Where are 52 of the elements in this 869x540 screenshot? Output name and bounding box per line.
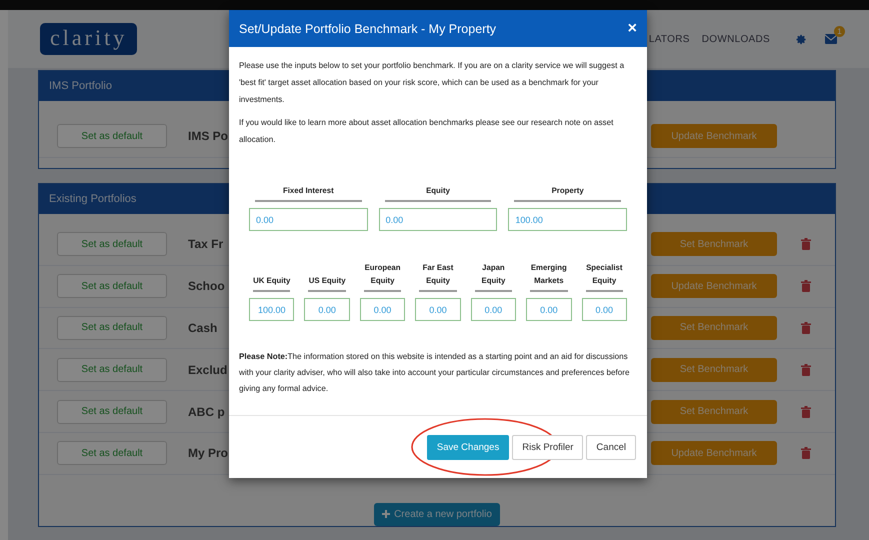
portfolio-name: IMS Po xyxy=(188,129,228,143)
portfolio-name: Exclud xyxy=(188,362,228,377)
allocation-input[interactable]: 0.00 xyxy=(249,208,368,231)
nav-link[interactable]: DOWNLOADS xyxy=(702,34,770,44)
set-default-button[interactable]: Set as default xyxy=(57,316,167,340)
portfolio-name: Cash xyxy=(188,320,218,335)
save-button[interactable]: Save Changes xyxy=(426,434,510,460)
notification-badge: 1 xyxy=(834,26,845,37)
allocation-input[interactable]: 0.00 xyxy=(360,298,406,321)
benchmark-button[interactable]: Set Benchmark xyxy=(651,358,777,382)
benchmark-button[interactable]: Set Benchmark xyxy=(651,232,777,256)
benchmark-button[interactable]: Update Benchmark xyxy=(651,124,777,148)
trash-icon[interactable] xyxy=(801,280,811,292)
portfolio-name: My Pro xyxy=(188,446,228,460)
dialog-title: Set/Update Portfolio Benchmark - My Property xyxy=(239,22,496,36)
settings-icon[interactable] xyxy=(796,34,807,44)
dialog-button[interactable]: Cancel xyxy=(586,434,636,460)
allocation-input[interactable]: 0.00 xyxy=(304,298,350,321)
allocation-input[interactable]: 100.00 xyxy=(508,208,627,231)
nav-link[interactable]: LATORS xyxy=(648,34,690,44)
set-default-button[interactable]: Set as default xyxy=(57,358,167,382)
allocation-input[interactable]: 0.00 xyxy=(415,298,461,321)
benchmark-button[interactable]: Update Benchmark xyxy=(651,441,777,466)
allocation-input[interactable]: 0.00 xyxy=(378,208,498,231)
set-default-button[interactable]: Set as default xyxy=(57,274,167,298)
portfolio-name: Schoo xyxy=(188,279,225,294)
trash-icon[interactable] xyxy=(801,238,811,250)
trash-icon[interactable] xyxy=(801,364,811,376)
portfolio-name: Tax Fr xyxy=(188,237,224,252)
create-portfolio-button[interactable]: Create a new portfolio xyxy=(374,502,500,526)
trash-icon[interactable] xyxy=(801,322,811,334)
trash-icon[interactable] xyxy=(801,406,811,418)
close-button[interactable]: × xyxy=(628,20,637,38)
clarity-logo[interactable]: clarity xyxy=(40,23,138,55)
trash-icon[interactable] xyxy=(801,447,811,460)
portfolio-name: ABC p xyxy=(188,404,225,419)
set-default-button[interactable]: Set as default xyxy=(57,232,167,256)
allocation-input[interactable]: 0.00 xyxy=(470,298,516,321)
benchmark-button[interactable]: Set Benchmark xyxy=(651,316,777,340)
disclaimer-note: Please Note:The information stored on this website is intended as a starting point and an aid for discussions with your clarity adviser, who will also take into account your particular circumstances and preferences before giving any formal advice. xyxy=(239,351,630,395)
intro-paragraph: If you would like to learn more about asset allocation benchmarks please see our research note on asset allocation. xyxy=(239,117,614,146)
plus-icon xyxy=(382,510,390,518)
set-default-button[interactable]: Set as default xyxy=(57,124,167,148)
dialog-button[interactable]: Risk Profiler xyxy=(512,434,584,460)
set-default-button[interactable]: Set as default xyxy=(57,441,167,466)
allocation-input[interactable]: 100.00 xyxy=(249,298,294,321)
allocation-input[interactable]: 0.00 xyxy=(526,298,572,321)
allocation-input[interactable]: 0.00 xyxy=(582,298,627,321)
benchmark-button[interactable]: Update Benchmark xyxy=(651,274,777,298)
benchmark-button[interactable]: Set Benchmark xyxy=(651,400,777,424)
mail-icon[interactable] xyxy=(825,34,837,44)
set-default-button[interactable]: Set as default xyxy=(57,400,167,424)
